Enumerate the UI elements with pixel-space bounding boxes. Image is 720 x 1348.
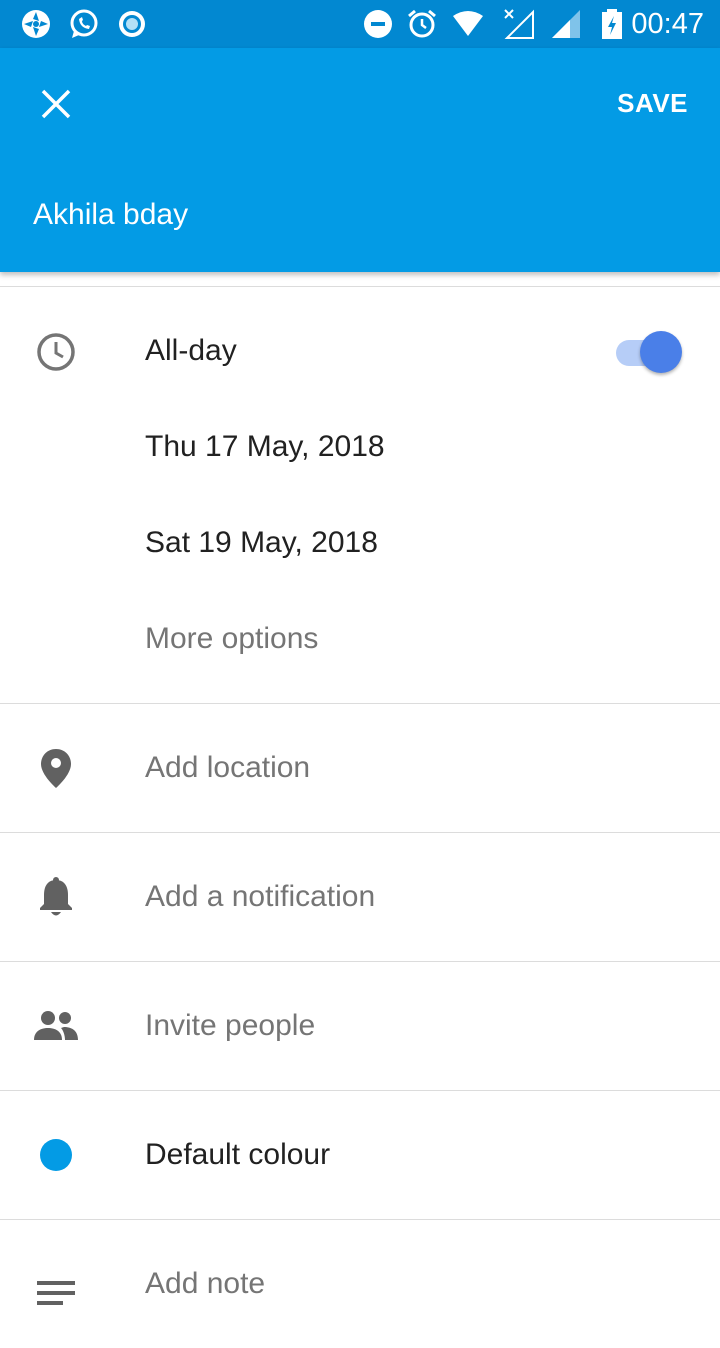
- clock-icon: [32, 328, 80, 376]
- all-day-toggle[interactable]: [614, 330, 684, 374]
- wifi-icon: [453, 11, 483, 36]
- no-data-signal-icon: [504, 9, 534, 39]
- close-icon: [41, 89, 71, 119]
- event-form: All-day Thu 17 May, 2018 Sat 19 May, 201…: [0, 272, 720, 1348]
- all-day-label: All-day: [145, 334, 237, 367]
- aperture-icon: [22, 10, 50, 38]
- colour-row[interactable]: Default colour: [0, 1091, 720, 1219]
- add-notification-label: Add a notification: [145, 880, 376, 913]
- app-bar: SAVE Akhila bday: [0, 48, 720, 272]
- event-title-input[interactable]: Akhila bday: [33, 198, 673, 232]
- toggle-thumb: [640, 331, 682, 373]
- people-icon: [32, 1002, 80, 1050]
- close-button[interactable]: [24, 72, 88, 136]
- schedule-section: All-day Thu 17 May, 2018 Sat 19 May, 201…: [0, 287, 720, 703]
- invite-people-label: Invite people: [145, 1009, 316, 1042]
- notification-row[interactable]: Add a notification: [0, 833, 720, 961]
- record-icon: [119, 11, 145, 37]
- alarm-icon: [408, 9, 436, 38]
- add-location-label: Add location: [145, 751, 311, 784]
- add-note-label: Add note: [145, 1267, 266, 1300]
- invite-row[interactable]: Invite people: [0, 962, 720, 1090]
- more-options-link[interactable]: More options: [145, 621, 318, 657]
- end-date[interactable]: Sat 19 May, 2018: [145, 525, 378, 561]
- bell-icon: [32, 873, 80, 921]
- battery-charging-icon: [602, 9, 622, 39]
- default-colour-label: Default colour: [145, 1138, 331, 1171]
- note-row[interactable]: Add note: [0, 1220, 720, 1348]
- colour-swatch: [32, 1131, 80, 1179]
- location-row[interactable]: Add location: [0, 704, 720, 832]
- status-bar: 00:47: [0, 0, 720, 48]
- location-pin-icon: [32, 744, 80, 792]
- status-clock: 00:47: [631, 8, 704, 40]
- start-date[interactable]: Thu 17 May, 2018: [145, 429, 385, 465]
- note-icon: [32, 1272, 80, 1320]
- colour-dot-icon: [40, 1139, 72, 1171]
- save-button[interactable]: SAVE: [617, 88, 688, 122]
- cell-signal-icon: [552, 10, 580, 38]
- do-not-disturb-icon: [364, 10, 392, 38]
- whatsapp-icon: [70, 9, 98, 38]
